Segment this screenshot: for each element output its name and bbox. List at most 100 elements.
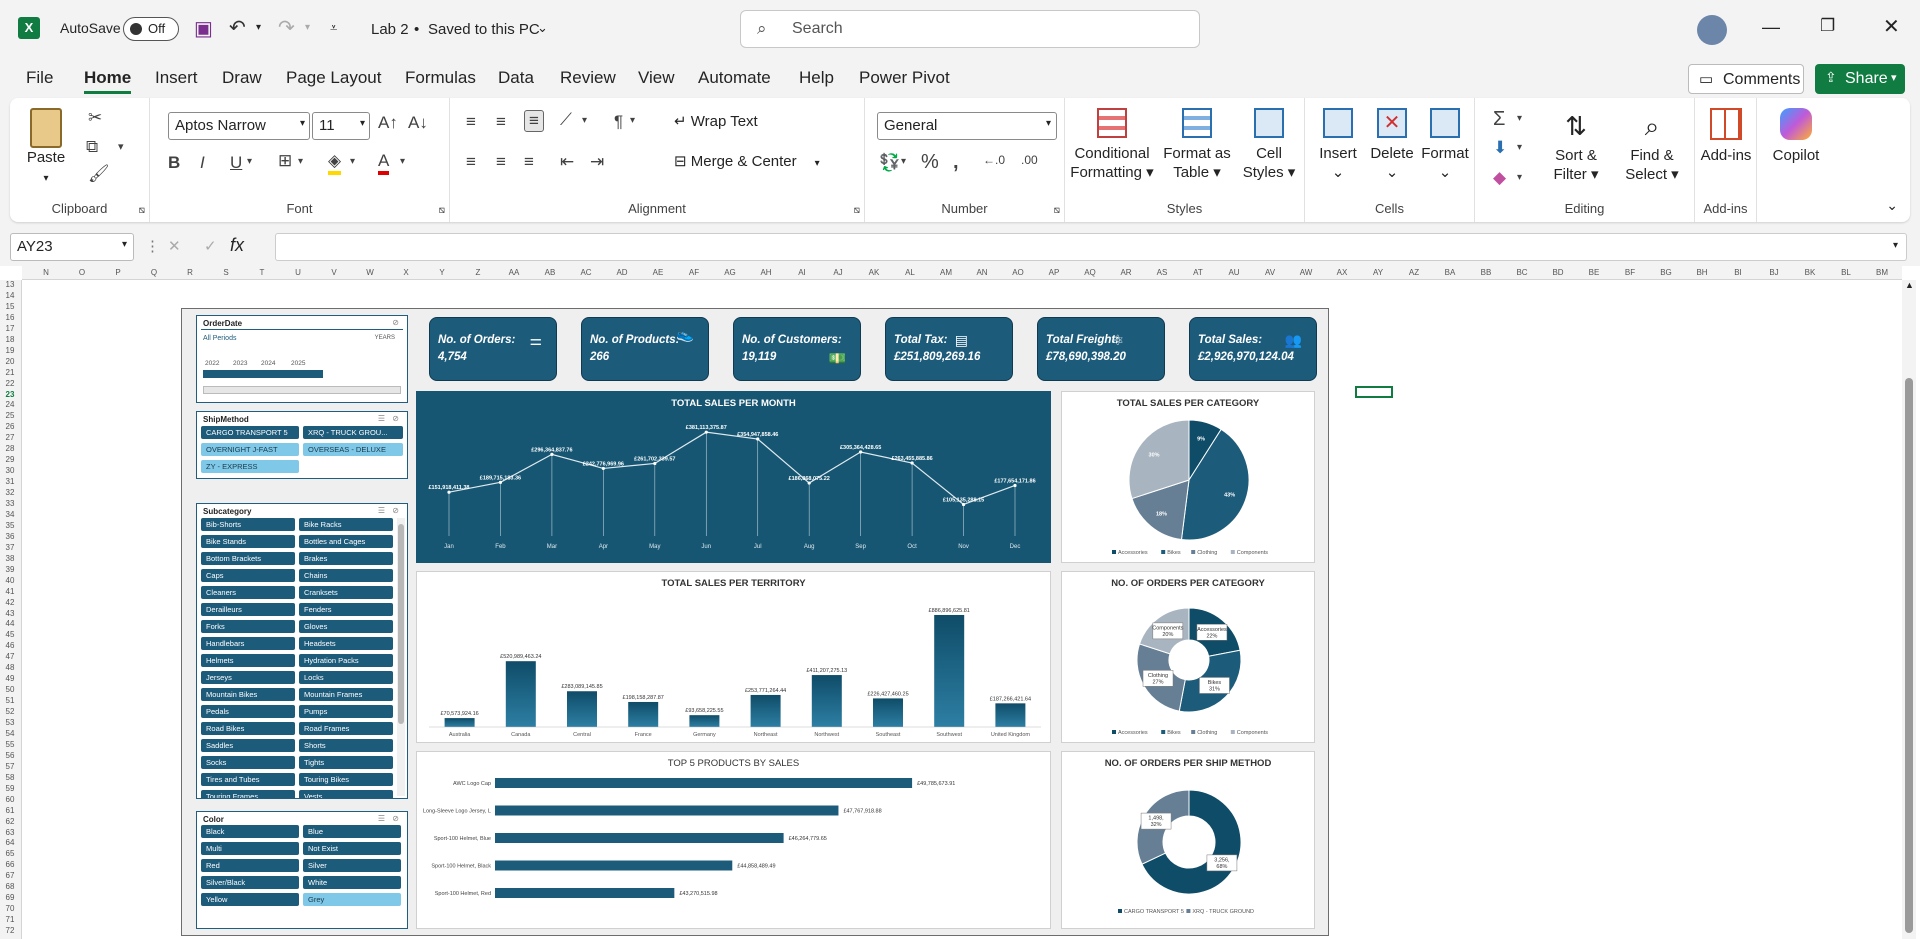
row-header[interactable]: 44 bbox=[1, 619, 19, 628]
slicer-item[interactable]: Mountain Bikes bbox=[201, 688, 295, 701]
slicer-item[interactable]: Forks bbox=[201, 620, 295, 633]
timeline-bar[interactable] bbox=[203, 370, 323, 378]
subcategory-slicer[interactable]: Subcategory ☰ ⊘ Bib-Shorts Bike Racks Bike… bbox=[196, 503, 408, 799]
orderdate-unit[interactable]: YEARS bbox=[375, 335, 395, 341]
tab-automate[interactable]: Automate bbox=[698, 68, 771, 88]
column-header[interactable]: BD bbox=[1548, 268, 1568, 277]
row-header[interactable]: 57 bbox=[1, 762, 19, 771]
currency-dropdown-icon[interactable]: ▾ bbox=[901, 156, 906, 167]
row-header[interactable]: 18 bbox=[1, 335, 19, 344]
row-header[interactable]: 17 bbox=[1, 324, 19, 333]
slicer-item[interactable]: Touring Bikes bbox=[299, 773, 393, 786]
tab-home[interactable]: Home bbox=[84, 68, 132, 94]
row-header[interactable]: 30 bbox=[1, 466, 19, 475]
column-header[interactable]: AI bbox=[792, 268, 812, 277]
column-header[interactable]: BJ bbox=[1764, 268, 1784, 277]
dialog-launcher-icon[interactable]: ⧅ bbox=[139, 205, 145, 216]
column-header[interactable]: AW bbox=[1296, 268, 1316, 277]
row-header[interactable]: 67 bbox=[1, 871, 19, 880]
autosum-icon[interactable]: Σ bbox=[1493, 108, 1505, 131]
row-header[interactable]: 55 bbox=[1, 740, 19, 749]
top-products-chart[interactable]: TOP 5 PRODUCTS BY SALES AWC Logo Cap £49,… bbox=[416, 751, 1051, 929]
slicer-item[interactable]: Brakes bbox=[299, 552, 393, 565]
column-header[interactable]: BF bbox=[1620, 268, 1640, 277]
column-header[interactable]: BE bbox=[1584, 268, 1604, 277]
redo-icon[interactable]: ↷ bbox=[278, 15, 295, 40]
sales-per-category-chart[interactable]: TOTAL SALES PER CATEGORY 9% 43% 18% 30% Acce… bbox=[1061, 391, 1315, 563]
row-header[interactable]: 21 bbox=[1, 368, 19, 377]
slicer-item[interactable]: Touring Frames bbox=[201, 790, 295, 798]
paste-button[interactable]: Paste ▾ bbox=[24, 108, 68, 188]
slicer-scrollbar[interactable] bbox=[397, 518, 405, 796]
scroll-up-icon[interactable]: ▲ bbox=[1905, 280, 1914, 290]
column-header[interactable]: AE bbox=[648, 268, 668, 277]
customize-qat-icon[interactable]: ⩡ bbox=[330, 20, 337, 36]
column-header[interactable]: BC bbox=[1512, 268, 1532, 277]
tab-insert[interactable]: Insert bbox=[155, 68, 198, 88]
column-header[interactable]: AK bbox=[864, 268, 884, 277]
name-box[interactable]: AY23 ▾ bbox=[10, 233, 134, 261]
column-header[interactable]: R bbox=[180, 268, 200, 277]
slicer-item[interactable]: Bike Racks bbox=[299, 518, 393, 531]
row-header[interactable]: 51 bbox=[1, 696, 19, 705]
row-header[interactable]: 23 bbox=[1, 390, 19, 399]
sales-per-month-chart[interactable]: TOTAL SALES PER MONTH £151,918,411.38 Jan… bbox=[416, 391, 1051, 563]
row-header[interactable]: 50 bbox=[1, 685, 19, 694]
tab-data[interactable]: Data bbox=[498, 68, 534, 88]
dialog-launcher-icon[interactable]: ⧅ bbox=[439, 205, 445, 216]
row-header[interactable]: 29 bbox=[1, 455, 19, 464]
cell-styles-button[interactable]: Cell Styles ▾ bbox=[1237, 108, 1301, 182]
minimize-icon[interactable]: — bbox=[1762, 17, 1780, 38]
rtl-icon[interactable]: ¶ bbox=[614, 112, 623, 132]
slicer-item[interactable]: Hydration Packs bbox=[299, 654, 393, 667]
row-header[interactable]: 66 bbox=[1, 860, 19, 869]
underline-dropdown-icon[interactable]: ▾ bbox=[247, 156, 252, 167]
row-header[interactable]: 35 bbox=[1, 521, 19, 530]
align-top-icon[interactable]: ≡ bbox=[466, 112, 476, 132]
slicer-item[interactable]: Road Frames bbox=[299, 722, 393, 735]
row-header[interactable]: 13 bbox=[1, 280, 19, 289]
restore-icon[interactable]: ❐ bbox=[1820, 16, 1835, 36]
sort-filter-button[interactable]: ⇅ Sort & Filter ▾ bbox=[1541, 108, 1611, 184]
column-header[interactable]: BI bbox=[1728, 268, 1748, 277]
column-header[interactable]: BM bbox=[1872, 268, 1892, 277]
redo-dropdown-icon[interactable]: ▾ bbox=[305, 22, 310, 33]
insert-function-button[interactable]: fx bbox=[230, 235, 244, 256]
increase-font-icon[interactable]: A↑ bbox=[378, 113, 398, 133]
format-painter-icon[interactable]: 🖌 bbox=[88, 164, 110, 184]
decrease-decimal-icon[interactable]: .00 bbox=[1021, 153, 1038, 167]
row-header[interactable]: 22 bbox=[1, 379, 19, 388]
font-family-select[interactable]: Aptos Narrow ▾ bbox=[168, 112, 310, 140]
slicer-item[interactable]: Bottom Brackets bbox=[201, 552, 295, 565]
column-header[interactable]: T bbox=[252, 268, 272, 277]
row-header[interactable]: 39 bbox=[1, 565, 19, 574]
row-header[interactable]: 43 bbox=[1, 609, 19, 618]
italic-icon[interactable]: I bbox=[200, 153, 205, 173]
column-header[interactable]: Y bbox=[432, 268, 452, 277]
format-as-table-button[interactable]: Format as Table ▾ bbox=[1159, 108, 1235, 182]
align-center-icon[interactable]: ≡ bbox=[496, 152, 506, 172]
column-header[interactable]: BL bbox=[1836, 268, 1856, 277]
column-header[interactable]: AZ bbox=[1404, 268, 1424, 277]
cut-icon[interactable]: ✂ bbox=[88, 108, 102, 128]
orderdate-slicer[interactable]: OrderDate ⊘ All Periods YEARS 2022 2023 … bbox=[196, 315, 408, 403]
row-header[interactable]: 62 bbox=[1, 817, 19, 826]
tab-view[interactable]: View bbox=[638, 68, 675, 88]
row-header[interactable]: 60 bbox=[1, 795, 19, 804]
undo-dropdown-icon[interactable]: ▾ bbox=[256, 22, 261, 33]
slicer-item[interactable]: Derailleurs bbox=[201, 603, 295, 616]
slicer-item[interactable]: Vests bbox=[299, 790, 393, 798]
copy-dropdown-icon[interactable]: ▾ bbox=[118, 140, 124, 153]
column-header[interactable]: AR bbox=[1116, 268, 1136, 277]
scrollbar-thumb[interactable] bbox=[1905, 378, 1913, 933]
row-header[interactable]: 34 bbox=[1, 510, 19, 519]
slicer-item[interactable]: Bib-Shorts bbox=[201, 518, 295, 531]
expand-formula-icon[interactable]: ▾ bbox=[1893, 240, 1898, 251]
rtl-dropdown-icon[interactable]: ▾ bbox=[630, 115, 635, 126]
comments-button[interactable]: ▭ Comments bbox=[1688, 64, 1804, 94]
align-middle-icon[interactable]: ≡ bbox=[496, 112, 506, 132]
font-color-icon[interactable]: A bbox=[378, 151, 390, 175]
column-header[interactable]: AP bbox=[1044, 268, 1064, 277]
column-header[interactable]: AU bbox=[1224, 268, 1244, 277]
row-header[interactable]: 40 bbox=[1, 576, 19, 585]
